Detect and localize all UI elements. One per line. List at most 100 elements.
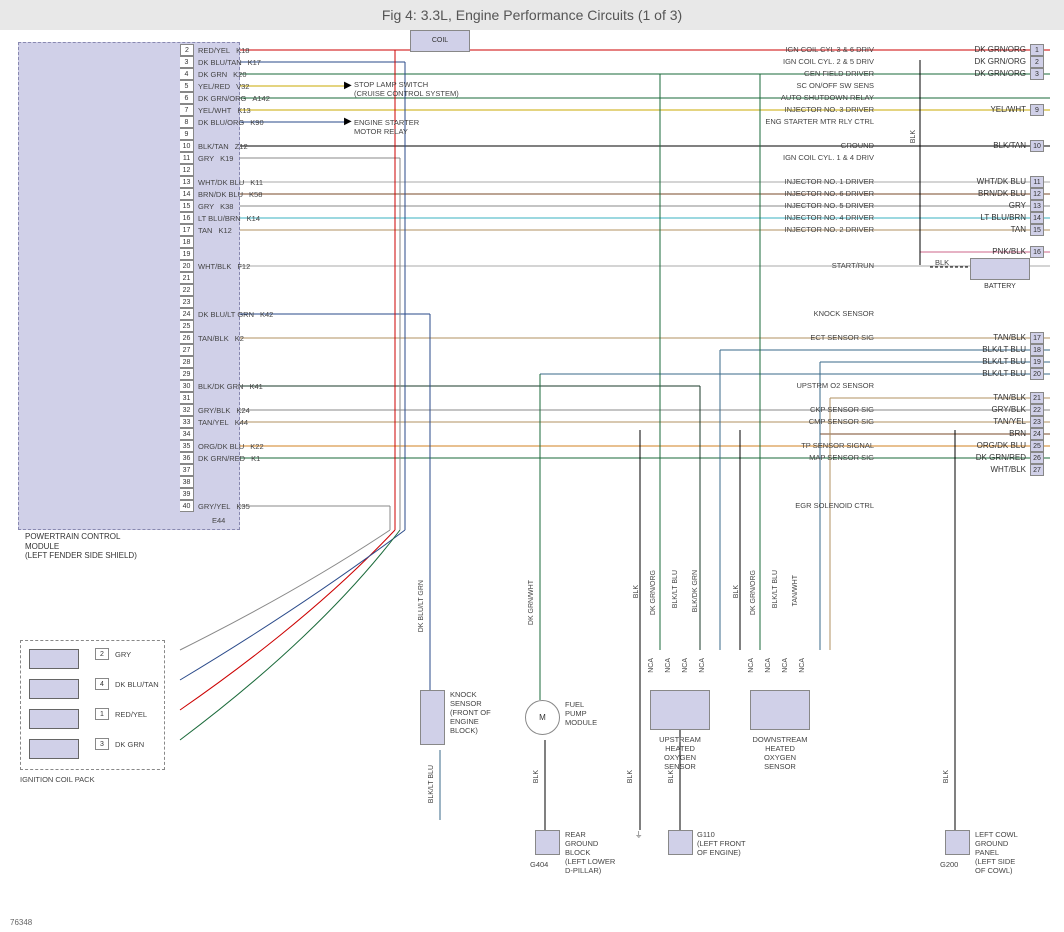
- right-pin-number: 20: [1030, 368, 1044, 380]
- right-pin-number: 2: [1030, 56, 1044, 68]
- wire-color-label: RED/YEL: [198, 46, 230, 55]
- o2d-wire-2: DK GRN/ORG: [750, 570, 757, 615]
- starter-annot: ENGINE STARTER MOTOR RELAY: [354, 118, 419, 136]
- nca-1: NCA: [648, 658, 655, 673]
- knock-wire-up: DK BLU/LT GRN: [418, 580, 425, 632]
- wire-color-label: ORG/DK BLU: [977, 441, 1026, 450]
- pin-number: 28: [180, 356, 194, 368]
- o2d-wire-3: BLK/LT BLU: [772, 570, 779, 608]
- pin-function-label: ENG STARTER MTR RLY CTRL: [765, 117, 874, 126]
- downstream-label: DOWNSTREAM HEATED OXYGEN SENSOR: [745, 735, 815, 771]
- wire-color-label: DK GRN/RED: [976, 453, 1026, 462]
- right-pin-number: 11: [1030, 176, 1044, 188]
- pcm-pin-row: 27: [180, 344, 194, 356]
- wire-code: K14: [247, 214, 260, 223]
- page-title: Fig 4: 3.3L, Engine Performance Circuits…: [382, 7, 682, 23]
- o2-wire-1: BLK: [633, 585, 640, 598]
- right-wire-label: TAN15: [1011, 224, 1044, 236]
- pin-number: 19: [180, 248, 194, 260]
- coil-winding-icon: [29, 709, 79, 729]
- right-pin-number: 13: [1030, 200, 1044, 212]
- wire-color-label: GRY: [198, 154, 214, 163]
- right-wire-label: BLK/LT BLU19: [982, 356, 1044, 368]
- pcm-pin-row: 22: [180, 284, 194, 296]
- pin-number: 4: [180, 68, 194, 80]
- right-wire-label: DK GRN/RED 26: [976, 452, 1044, 464]
- blk-vert-label: BLK: [910, 130, 917, 143]
- pcm-pin-row: 8DK BLU/ORGK90: [180, 116, 264, 128]
- pin-number: 34: [180, 428, 194, 440]
- right-pin-number: 26: [1030, 452, 1044, 464]
- pin-function-label: GEN FIELD DRIVER: [804, 69, 874, 78]
- nca-4: NCA: [699, 658, 706, 673]
- pcm-pin-row: 15GRYK38: [180, 200, 233, 212]
- pin-function-label: TP SENSOR SIGNAL: [801, 441, 874, 450]
- right-wire-label: GRY13: [1009, 200, 1044, 212]
- right-wire-label: TAN/BLK17: [993, 332, 1044, 344]
- g404-label: REAR GROUND BLOCK (LEFT LOWER D-PILLAR): [565, 830, 615, 875]
- wire-color-label: TAN/BLK: [198, 334, 229, 343]
- pin-function-label: START/RUN: [832, 261, 874, 270]
- wire-code: A142: [252, 94, 270, 103]
- wire-color-label: YEL/WHT: [990, 105, 1026, 114]
- pin-number: 2: [180, 44, 194, 56]
- ignition-coil-pack: [20, 640, 165, 770]
- upstream-o2-sensor: [650, 690, 710, 730]
- pin-number: 27: [180, 344, 194, 356]
- pin-number: 20: [180, 260, 194, 272]
- ref-number: 76348: [10, 918, 32, 927]
- right-pin-number: 9: [1030, 104, 1044, 116]
- pin-number: 12: [180, 164, 194, 176]
- pin-number: 6: [180, 92, 194, 104]
- pin-number: 15: [180, 200, 194, 212]
- pin-number: 13: [180, 176, 194, 188]
- pcm-pin-row: 17TANK12: [180, 224, 232, 236]
- coil-pack-label: IGNITION COIL PACK: [20, 775, 95, 784]
- right-wire-label: GRY/BLK22: [991, 404, 1044, 416]
- right-wire-label: BLK/TAN10: [993, 140, 1044, 152]
- pin-function-label: CKP SENSOR SIG: [810, 405, 874, 414]
- wire-color-label: LT BLU/BRN: [981, 213, 1027, 222]
- wire-code: K58: [249, 190, 262, 199]
- nca-5: NCA: [748, 658, 755, 673]
- wire-code: K22: [250, 442, 263, 451]
- pin-number: 24: [180, 308, 194, 320]
- pin-function-label: IGN COIL CYL 3 & 6 DRIV: [785, 45, 874, 54]
- upstream-label: UPSTREAM HEATED OXYGEN SENSOR: [650, 735, 710, 771]
- coil-pin: 2: [95, 648, 109, 660]
- pcm-pin-row: 19: [180, 248, 194, 260]
- right-wire-label: ORG/DK BLU25: [977, 440, 1044, 452]
- pin-function-label: INJECTOR NO. 5 DRIVER: [785, 201, 874, 210]
- g200-blk: BLK: [943, 770, 950, 783]
- pcm-pin-row: 36DK GRN/REDK1: [180, 452, 260, 464]
- fuel-pump-label: FUEL PUMP MODULE: [565, 700, 597, 727]
- pin-number: 3: [180, 56, 194, 68]
- right-pin-number: 19: [1030, 356, 1044, 368]
- pcm-pin-row: 31: [180, 392, 194, 404]
- pin-function-label: KNOCK SENSOR: [814, 309, 874, 318]
- pin-number: 14: [180, 188, 194, 200]
- pin-number: 18: [180, 236, 194, 248]
- wire-color-label: BRN/DK BLU: [978, 189, 1026, 198]
- right-pin-number: 27: [1030, 464, 1044, 476]
- o2d-wire-1: BLK: [733, 585, 740, 598]
- wire-color-label: GRY: [198, 202, 214, 211]
- pin-function-label: UPSTRM O2 SENSOR: [796, 381, 874, 390]
- g200-text: LEFT COWL GROUND PANEL (LEFT SIDE OF COW…: [975, 830, 1018, 875]
- pin-number: 8: [180, 116, 194, 128]
- pcm-pin-row: 12: [180, 164, 194, 176]
- right-wire-label: BLK/LT BLU20: [982, 368, 1044, 380]
- pcm-pin-row: 26TAN/BLKK2: [180, 332, 244, 344]
- wire-code: K13: [237, 106, 250, 115]
- wire-code: F12: [237, 262, 250, 271]
- pcm-pin-row: 4DK GRNK20: [180, 68, 247, 80]
- coil-winding-icon: [29, 739, 79, 759]
- o2-wire-4: BLK/DK GRN: [692, 570, 699, 612]
- pin-function-label: ECT SENSOR SIG: [810, 333, 874, 342]
- nca-3: NCA: [682, 658, 689, 673]
- pcm-pin-row: 28: [180, 356, 194, 368]
- wire-color-label: WHT/DK BLU: [977, 177, 1026, 186]
- right-pin-number: 3: [1030, 68, 1044, 80]
- wire-color-label: DK GRN: [198, 70, 227, 79]
- e44-label: E44: [212, 516, 225, 525]
